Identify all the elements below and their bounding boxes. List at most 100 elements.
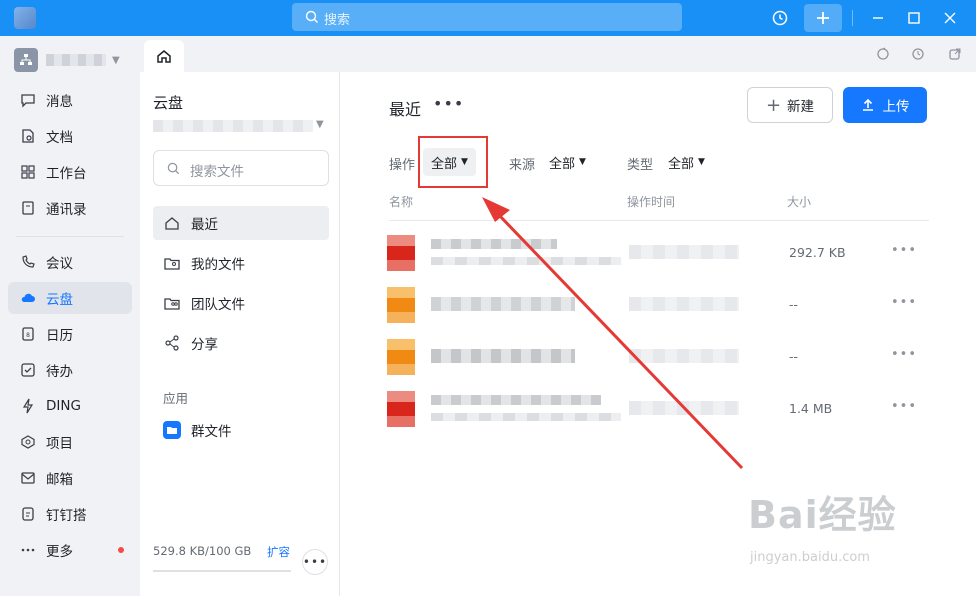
file-row[interactable]: -- ••• xyxy=(387,287,931,339)
search-placeholder: 搜索文件 xyxy=(190,164,244,180)
history-icon[interactable] xyxy=(766,4,794,32)
meeting-icon xyxy=(20,254,36,270)
nav-item-builder[interactable]: 钉钉搭 xyxy=(8,498,132,530)
org-name-blurred xyxy=(46,54,106,66)
row-more-icon[interactable]: ••• xyxy=(891,399,917,414)
maximize-icon[interactable] xyxy=(900,4,928,32)
drive-item-my-files[interactable]: 我的文件 xyxy=(153,246,329,280)
filter-source-dropdown[interactable]: 全部 ▼ xyxy=(541,148,594,176)
drive-item-recent[interactable]: 最近 xyxy=(153,206,329,240)
file-size: -- xyxy=(789,349,799,364)
column-header-size[interactable]: 大小 xyxy=(787,193,811,210)
file-thumbnail xyxy=(387,287,415,323)
file-path-blurred xyxy=(431,257,621,265)
nav-item-todo[interactable]: 待办 xyxy=(8,354,132,386)
nav-item-docs[interactable]: 文档 xyxy=(8,120,132,152)
home-icon xyxy=(157,50,171,63)
history-icon[interactable] xyxy=(908,44,928,64)
file-search-input[interactable]: 搜索文件 xyxy=(153,150,329,186)
row-more-icon[interactable]: ••• xyxy=(891,295,917,310)
column-header-time[interactable]: 操作时间 xyxy=(627,193,675,210)
nav-label: 邮箱 xyxy=(46,472,73,488)
more-icon xyxy=(20,542,36,558)
expand-storage-link[interactable]: 扩容 xyxy=(267,544,290,560)
new-button[interactable]: + 新建 xyxy=(747,87,833,123)
file-name-blurred xyxy=(431,239,557,249)
row-more-icon[interactable]: ••• xyxy=(891,243,917,258)
ding-icon xyxy=(20,398,36,414)
drive-item-share[interactable]: 分享 xyxy=(153,326,329,360)
file-thumbnail xyxy=(387,339,415,375)
todo-icon xyxy=(20,362,36,378)
nav-label: 项目 xyxy=(46,436,73,452)
drive-item-label: 分享 xyxy=(191,337,218,353)
titlebar-divider xyxy=(852,10,853,26)
file-size: 1.4 MB xyxy=(789,401,833,416)
nav-item-cloud-drive[interactable]: 云盘 xyxy=(8,282,132,314)
calendar-icon: 8 xyxy=(20,326,36,342)
file-size: 292.7 KB xyxy=(789,245,846,260)
filter-source-label: 来源 xyxy=(509,158,536,173)
filter-type-label: 类型 xyxy=(627,158,654,173)
watermark-url: jingyan.baidu.com xyxy=(750,550,870,565)
file-row[interactable]: 1.4 MB ••• xyxy=(387,391,931,443)
minimize-icon[interactable] xyxy=(864,4,892,32)
mail-icon xyxy=(20,470,36,486)
annotation-highlight-box xyxy=(418,136,488,188)
nav-item-project[interactable]: 项目 xyxy=(8,426,132,458)
add-button[interactable] xyxy=(804,4,842,32)
nav-item-more[interactable]: 更多 xyxy=(8,534,132,566)
title-more-icon[interactable]: ••• xyxy=(433,94,464,113)
file-row[interactable]: -- ••• xyxy=(387,339,931,391)
app-item-group-files[interactable]: 群文件 xyxy=(153,413,329,447)
row-more-icon[interactable]: ••• xyxy=(891,347,917,362)
nav-item-messages[interactable]: 消息 xyxy=(8,84,132,116)
file-row[interactable]: 292.7 KB ••• xyxy=(387,235,931,287)
file-name-blurred xyxy=(431,395,601,405)
file-time-blurred xyxy=(629,349,739,363)
nav-label: DING xyxy=(46,398,81,414)
nav-item-calendar[interactable]: 8 日历 xyxy=(8,318,132,350)
team-files-icon xyxy=(163,294,181,312)
filter-type-dropdown[interactable]: 全部 ▼ xyxy=(660,148,713,176)
drive-item-team-files[interactable]: 团队文件 xyxy=(153,286,329,320)
document-icon xyxy=(20,128,36,144)
column-header-name[interactable]: 名称 xyxy=(389,193,413,210)
watermark: Bai经验 jingyan.baidu.com xyxy=(748,484,897,565)
nav-label: 更多 xyxy=(46,544,73,560)
filter-type-value: 全部 xyxy=(668,156,695,172)
search-placeholder: 搜索 xyxy=(324,13,351,28)
nav-item-workbench[interactable]: 工作台 xyxy=(8,156,132,188)
global-search-input[interactable]: 搜索 xyxy=(292,3,682,31)
panel-title: 云盘 xyxy=(153,94,184,112)
open-external-icon[interactable] xyxy=(945,44,965,64)
tab-bar xyxy=(140,36,976,72)
drive-item-label: 团队文件 xyxy=(191,297,245,313)
filter-source-value: 全部 xyxy=(549,156,576,172)
org-icon xyxy=(14,48,38,72)
nav-item-meeting[interactable]: 会议 xyxy=(8,246,132,278)
file-time-blurred xyxy=(629,297,739,311)
storage-usage: 529.8 KB/100 GB xyxy=(153,544,252,558)
chevron-down-icon[interactable]: ▼ xyxy=(316,119,324,130)
org-switcher[interactable]: ▼ xyxy=(14,48,120,72)
watermark-brand: Bai经验 xyxy=(748,493,897,537)
my-files-icon xyxy=(163,254,181,272)
nav-item-contacts[interactable]: 通讯录 xyxy=(8,192,132,224)
close-icon[interactable] xyxy=(936,4,964,32)
caret-down-icon: ▼ xyxy=(579,157,586,167)
nav-item-ding[interactable]: DING xyxy=(8,390,132,422)
nav-item-mail[interactable]: 邮箱 xyxy=(8,462,132,494)
header-divider xyxy=(389,220,929,221)
group-files-icon xyxy=(163,421,181,439)
tab-home[interactable] xyxy=(144,40,184,72)
upload-icon xyxy=(862,98,873,111)
upload-button[interactable]: 上传 xyxy=(843,87,927,123)
nav-label: 钉钉搭 xyxy=(46,508,87,524)
apps-section-title: 应用 xyxy=(163,391,189,406)
file-thumbnail xyxy=(387,391,415,427)
upload-button-label: 上传 xyxy=(882,99,910,115)
refresh-icon[interactable] xyxy=(873,44,893,64)
more-options-button[interactable]: ••• xyxy=(302,549,328,575)
nav-label: 日历 xyxy=(46,328,73,344)
